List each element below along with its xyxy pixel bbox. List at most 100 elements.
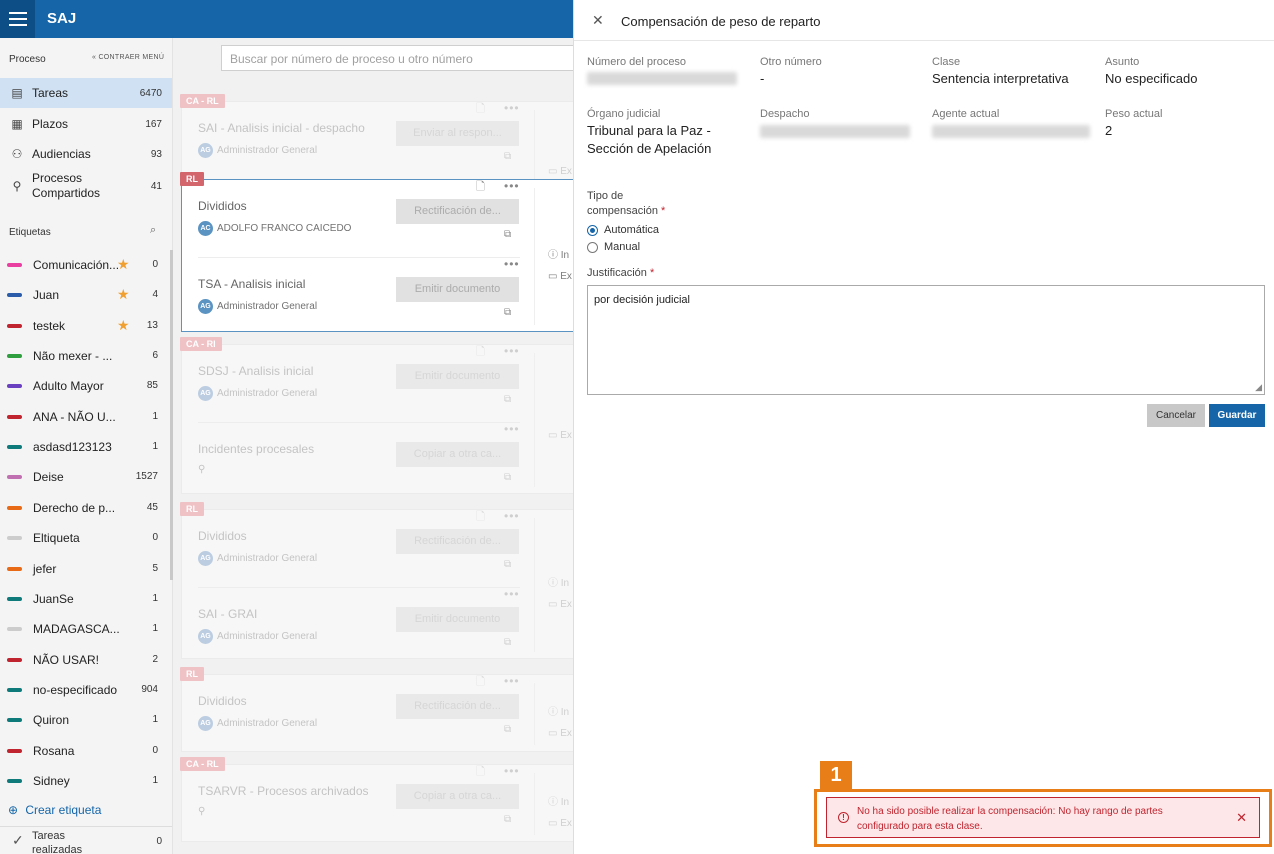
nav-label: Plazos (32, 117, 69, 131)
star-icon[interactable]: ★ (117, 286, 130, 303)
tasks-icon: ▤ (11, 86, 23, 100)
cancel-button[interactable]: Cancelar (1147, 404, 1205, 427)
collapse-menu-button[interactable]: « CONTRAER MENÚ (92, 54, 164, 61)
star-icon[interactable]: ★ (117, 256, 130, 273)
radio-unselected-icon[interactable] (587, 241, 598, 253)
label-color-swatch (7, 354, 22, 359)
label-count: 1 (152, 410, 158, 422)
nav-count: 167 (145, 118, 162, 130)
resize-grip-icon[interactable]: ◢ (1255, 382, 1262, 393)
sidebar: Proceso « CONTRAER MENÚ ▤ Tareas 6470 ▦ … (0, 38, 173, 854)
radio-manual[interactable]: Manual (587, 241, 640, 253)
label-item[interactable]: Eltiqueta 0 (0, 523, 172, 553)
label-color-swatch (7, 323, 22, 328)
label-count: 1 (152, 714, 158, 726)
justification-textarea[interactable]: por decisión judicial ◢ (587, 285, 1265, 395)
close-toast-icon[interactable]: ✕ (1236, 810, 1247, 826)
label-item[interactable]: asdasd123123 1 (0, 432, 172, 462)
label-color-swatch (7, 687, 22, 692)
label-name: Deise (33, 470, 64, 485)
hamburger-menu-icon[interactable] (0, 0, 35, 38)
label-item[interactable]: MADAGASCA... 1 (0, 614, 172, 644)
compensation-type-label-line1: Tipo de (587, 190, 624, 202)
label-name: Eltiqueta (33, 531, 80, 546)
label-item[interactable]: Sidney 1 (0, 766, 172, 796)
current-weight-value: 2 (1105, 123, 1113, 138)
label-name: no-especificado (33, 682, 118, 697)
nav-label: Procesos Compartidos (32, 171, 101, 200)
save-button[interactable]: Guardar (1209, 404, 1265, 427)
label-item[interactable]: Comunicación... ★ 0 (0, 250, 172, 280)
label-item[interactable]: Quiron 1 (0, 705, 172, 735)
label-item[interactable]: Derecho de p... 45 (0, 493, 172, 523)
label-item[interactable]: Não mexer - ... 6 (0, 341, 172, 371)
process-number-value-blurred (587, 72, 737, 85)
label-name: NÃO USAR! (33, 652, 100, 667)
label-color-swatch (7, 748, 22, 753)
nav-item-plazos[interactable]: ▦ Plazos 167 (0, 109, 172, 139)
label-item[interactable]: Adulto Mayor 85 (0, 371, 172, 401)
label-name: Quiron (33, 713, 70, 728)
label-name: MADAGASCA... (33, 622, 120, 637)
nav-count: 41 (150, 180, 162, 192)
label-name: Rosana (33, 743, 75, 758)
nav-label: Tareas (32, 86, 69, 100)
callout-number: 1 (820, 761, 852, 789)
error-icon: ! (838, 812, 849, 823)
court-value-line1: Tribunal para la Paz - (587, 123, 711, 138)
label-item[interactable]: no-especificado 904 (0, 675, 172, 705)
compensation-type-label: compensación * (587, 205, 665, 217)
justification-text: por decisión judicial (594, 294, 690, 306)
label-name: Comunicación... (33, 258, 120, 272)
class-label: Clase (932, 56, 961, 68)
label-color-swatch (7, 778, 22, 783)
label-item[interactable]: jefer 5 (0, 554, 172, 584)
nav-item-procesos-compartidos[interactable]: ⚲ Procesos Compartidos 41 (0, 169, 172, 203)
label-item[interactable]: testek ★ 13 (0, 311, 172, 341)
label-item[interactable]: Juan ★ 4 (0, 280, 172, 310)
label-item[interactable]: ANA - NÃO U... 1 (0, 402, 172, 432)
nav-count: 93 (150, 148, 162, 160)
label-item[interactable]: Rosana 0 (0, 736, 172, 766)
label-count: 1 (152, 623, 158, 635)
label-name: JuanSe (33, 591, 74, 606)
subject-label: Asunto (1105, 56, 1140, 68)
nav-item-audiencias[interactable]: ⚇ Audiencias 93 (0, 139, 172, 169)
label-color-swatch (7, 718, 22, 723)
label-count: 2 (152, 653, 158, 665)
label-item[interactable]: JuanSe 1 (0, 584, 172, 614)
radio-selected-icon[interactable] (587, 224, 598, 236)
justification-label-text: Justificación (587, 267, 647, 279)
calendar-icon: ▦ (11, 117, 23, 131)
radio-automatica[interactable]: Automática (587, 224, 659, 236)
label-item[interactable]: NÃO USAR! 2 (0, 645, 172, 675)
label-color-swatch (7, 445, 22, 450)
star-icon[interactable]: ★ (117, 317, 130, 334)
label-color-swatch (7, 384, 22, 389)
radio-label: Manual (604, 241, 641, 253)
close-icon[interactable]: ✕ (592, 12, 604, 29)
label-count: 1527 (135, 471, 158, 483)
create-label-button[interactable]: ⊕ Crear etiqueta (8, 803, 101, 817)
label-count: 13 (146, 319, 158, 331)
label-count: 5 (152, 562, 158, 574)
label-color-swatch (7, 566, 22, 571)
panel-header: ✕ Compensación de peso de reparto (574, 0, 1274, 41)
completed-tasks-item[interactable]: ✓ Tareas realizadas 0 (0, 826, 172, 854)
create-label-text: Crear etiqueta (25, 803, 102, 817)
label-count: 0 (152, 532, 158, 544)
label-name: asdasd123123 (33, 440, 112, 455)
label-name: jefer (33, 561, 57, 576)
nav-count: 6470 (139, 87, 162, 99)
current-agent-value-blurred (932, 125, 1090, 138)
court-label: Órgano judicial (587, 108, 661, 120)
label-item[interactable]: Deise 1527 (0, 462, 172, 492)
nav-item-tareas[interactable]: ▤ Tareas 6470 (0, 78, 172, 108)
app-brand: SAJ (47, 10, 77, 27)
search-labels-icon[interactable]: ⌕ (150, 224, 156, 237)
label-count: 6 (152, 350, 158, 362)
label-name: Juan (33, 288, 60, 303)
label-count: 0 (152, 744, 158, 756)
other-number-label: Otro número (760, 56, 822, 68)
check-icon: ✓ (12, 832, 24, 848)
